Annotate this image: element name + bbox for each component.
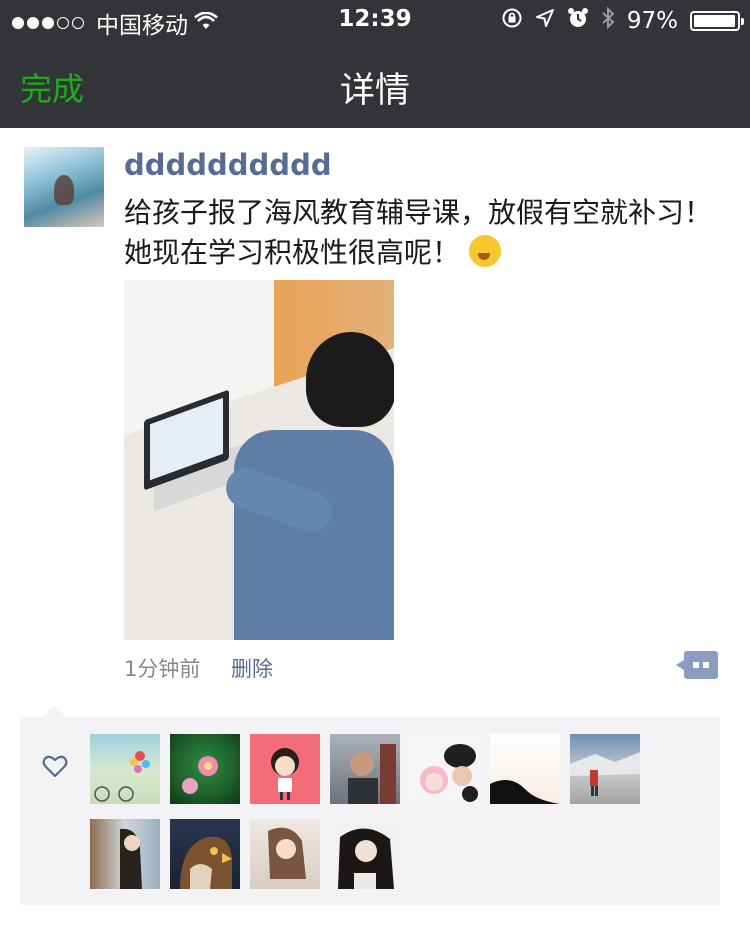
liker-avatar[interactable]: [330, 819, 400, 889]
location-icon: [535, 8, 555, 34]
author-avatar[interactable]: [24, 147, 104, 227]
heart-outline-icon: [42, 754, 70, 780]
status-bar: 中国移动 12:39 97%: [0, 0, 750, 40]
thinking-face-emoji: [468, 235, 501, 267]
liker-avatar[interactable]: [410, 734, 480, 804]
liker-avatar[interactable]: [170, 734, 240, 804]
liker-avatars: [90, 734, 690, 889]
liker-avatar[interactable]: [250, 734, 320, 804]
alarm-icon: [567, 7, 589, 35]
navigation-bar: 完成 详情: [0, 40, 750, 128]
liker-avatar[interactable]: [170, 819, 240, 889]
author-name[interactable]: dddddddddd: [124, 148, 332, 182]
post-time: 1分钟前: [124, 657, 201, 681]
comment-menu-icon[interactable]: [676, 651, 718, 679]
liker-avatar[interactable]: [330, 734, 400, 804]
status-right: 97%: [501, 6, 744, 36]
rotation-lock-icon: [501, 7, 523, 35]
bluetooth-icon: [601, 6, 615, 36]
liker-avatar[interactable]: [490, 734, 560, 804]
likes-panel: [20, 705, 720, 905]
post-photo[interactable]: [124, 280, 394, 640]
liker-avatar[interactable]: [90, 734, 160, 804]
delete-button[interactable]: 删除: [231, 653, 273, 683]
page-title: 详情: [339, 71, 410, 111]
liker-avatar[interactable]: [250, 819, 320, 889]
post-text: 给孩子报了海风教育辅导课，放假有空就补习！她现在学习积极性很高呢！: [124, 193, 724, 273]
battery-icon: [690, 11, 744, 31]
liker-avatar[interactable]: [570, 734, 640, 804]
post-text-content: 给孩子报了海风教育辅导课，放假有空就补习！她现在学习积极性很高呢！: [124, 196, 713, 269]
battery-percent: 97%: [626, 8, 678, 34]
liker-avatar[interactable]: [90, 819, 160, 889]
